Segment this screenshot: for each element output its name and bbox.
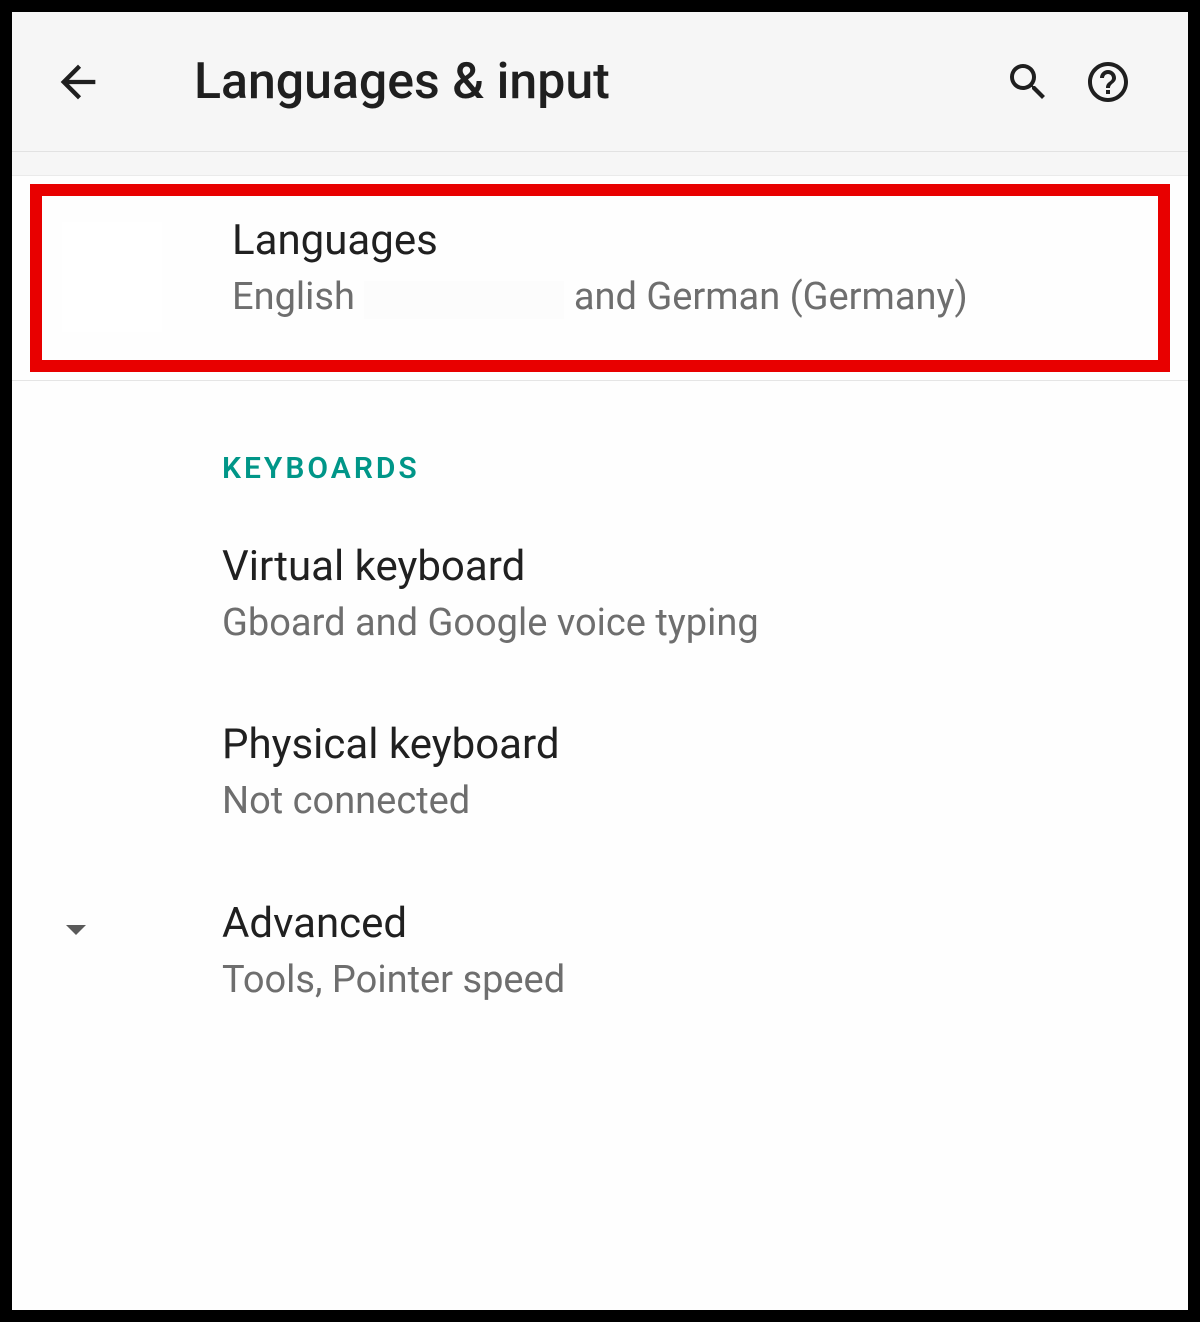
virtual-keyboard-subtitle: Gboard and Google voice typing [222, 599, 1148, 648]
content-area: Languages English and German (Germany) K… [12, 152, 1188, 1310]
appbar-title: Languages & input [194, 53, 610, 111]
back-button[interactable] [52, 56, 124, 108]
advanced-title: Advanced [222, 899, 1148, 948]
help-button[interactable] [1068, 58, 1148, 106]
advanced-texts: Advanced Tools, Pointer speed [222, 899, 1148, 1005]
virtual-keyboard-title: Virtual keyboard [222, 542, 1148, 591]
physical-keyboard-texts: Physical keyboard Not connected [222, 720, 1148, 826]
physical-keyboard-row[interactable]: Physical keyboard Not connected [12, 684, 1188, 862]
languages-lead [62, 216, 232, 332]
physical-keyboard-lead [52, 720, 222, 726]
languages-subtitle-redaction [364, 281, 564, 319]
languages-subtitle-prefix: English [232, 275, 364, 319]
virtual-keyboard-row[interactable]: Virtual keyboard Gboard and Google voice… [12, 506, 1188, 684]
search-button[interactable] [988, 58, 1068, 106]
advanced-subtitle: Tools, Pointer speed [222, 956, 1148, 1005]
chevron-down-icon [52, 905, 100, 953]
languages-subtitle: English and German (Germany) [232, 273, 1138, 322]
virtual-keyboard-lead [52, 542, 222, 548]
advanced-row[interactable]: Advanced Tools, Pointer speed [12, 863, 1188, 1041]
arrow-back-icon [52, 56, 104, 108]
virtual-keyboard-texts: Virtual keyboard Gboard and Google voice… [222, 542, 1148, 648]
advanced-lead [52, 899, 222, 953]
languages-row[interactable]: Languages English and German (Germany) [42, 196, 1158, 360]
section-header-keyboards: KEYBOARDS [12, 381, 1188, 506]
languages-highlight: Languages English and German (Germany) [30, 184, 1170, 372]
physical-keyboard-title: Physical keyboard [222, 720, 1148, 769]
languages-texts: Languages English and German (Germany) [232, 216, 1138, 322]
physical-keyboard-subtitle: Not connected [222, 777, 1148, 826]
app-bar: Languages & input [12, 12, 1188, 152]
search-icon [1004, 58, 1052, 106]
languages-subtitle-suffix: and German (Germany) [574, 275, 968, 319]
languages-title: Languages [232, 216, 1138, 265]
settings-screen: Languages & input Languages [0, 0, 1200, 1322]
help-icon [1084, 58, 1132, 106]
languages-icon-placeholder [62, 222, 162, 332]
top-divider [12, 152, 1188, 176]
